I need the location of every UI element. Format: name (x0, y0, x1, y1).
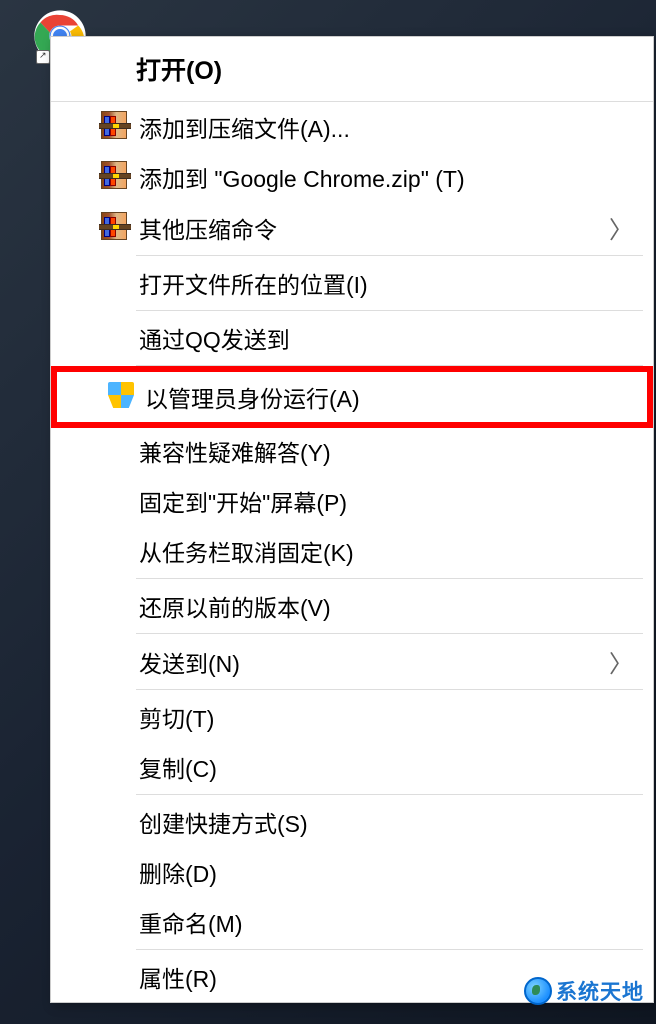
watermark-text: 系统天地 (556, 976, 644, 1006)
menu-item-qq-send[interactable]: 通过QQ发送到 (51, 313, 653, 363)
menu-separator (136, 689, 643, 690)
menu-item-copy[interactable]: 复制(C) (51, 742, 653, 792)
menu-item-label: 打开文件所在的位置(I) (139, 266, 641, 300)
menu-item-unpin-taskbar[interactable]: 从任务栏取消固定(K) (51, 526, 653, 576)
shortcut-arrow-icon (36, 50, 50, 64)
menu-item-label: 还原以前的版本(V) (139, 589, 641, 623)
menu-header-open[interactable]: 打开(O) (51, 37, 653, 102)
menu-item-add-to-named-zip[interactable]: 添加到 "Google Chrome.zip" (T) (51, 152, 653, 202)
menu-separator (136, 578, 643, 579)
winrar-icon (91, 111, 139, 143)
menu-item-cut[interactable]: 剪切(T) (51, 692, 653, 742)
menu-item-label: 创建快捷方式(S) (139, 805, 641, 839)
menu-separator (136, 255, 643, 256)
chevron-right-icon: 〉 (609, 210, 641, 245)
menu-item-label: 删除(D) (139, 855, 641, 889)
menu-item-label: 固定到"开始"屏幕(P) (139, 484, 641, 518)
menu-item-label: 剪切(T) (139, 700, 641, 734)
chevron-right-icon: 〉 (609, 644, 641, 679)
winrar-icon (91, 161, 139, 193)
menu-separator (136, 310, 643, 311)
menu-item-label: 兼容性疑难解答(Y) (139, 434, 641, 468)
menu-separator (136, 794, 643, 795)
menu-item-label: 通过QQ发送到 (139, 321, 641, 355)
menu-item-label: 复制(C) (139, 750, 641, 784)
menu-item-label: 添加到 "Google Chrome.zip" (T) (139, 160, 641, 194)
watermark: 系统天地 (524, 976, 644, 1006)
highlight-box: 以管理员身份运行(A) (51, 366, 653, 428)
menu-item-restore-previous[interactable]: 还原以前的版本(V) (51, 581, 653, 631)
menu-item-pin-to-start[interactable]: 固定到"开始"屏幕(P) (51, 476, 653, 526)
menu-item-label: 以管理员身份运行(A) (145, 380, 635, 414)
menu-item-label: 其他压缩命令 (139, 211, 609, 245)
winrar-icon (91, 212, 139, 244)
menu-item-add-to-archive[interactable]: 添加到压缩文件(A)... (51, 102, 653, 152)
menu-item-compat-troubleshoot[interactable]: 兼容性疑难解答(Y) (51, 426, 653, 476)
menu-item-open-location[interactable]: 打开文件所在的位置(I) (51, 258, 653, 308)
menu-item-other-compress[interactable]: 其他压缩命令 〉 (51, 202, 653, 253)
menu-separator (136, 949, 643, 950)
menu-item-delete[interactable]: 删除(D) (51, 847, 653, 897)
context-menu: 打开(O) 添加到压缩文件(A)... 添加到 "Google Chrome.z… (50, 36, 654, 1003)
menu-separator (136, 633, 643, 634)
menu-item-run-as-admin[interactable]: 以管理员身份运行(A) (57, 372, 647, 422)
menu-item-create-shortcut[interactable]: 创建快捷方式(S) (51, 797, 653, 847)
menu-item-label: 发送到(N) (139, 645, 609, 679)
menu-item-label: 从任务栏取消固定(K) (139, 534, 641, 568)
menu-item-send-to[interactable]: 发送到(N) 〉 (51, 636, 653, 687)
menu-item-label: 重命名(M) (139, 905, 641, 939)
globe-icon (524, 977, 552, 1005)
menu-item-label: 添加到压缩文件(A)... (139, 110, 641, 144)
uac-shield-icon (97, 382, 145, 412)
menu-item-rename[interactable]: 重命名(M) (51, 897, 653, 947)
